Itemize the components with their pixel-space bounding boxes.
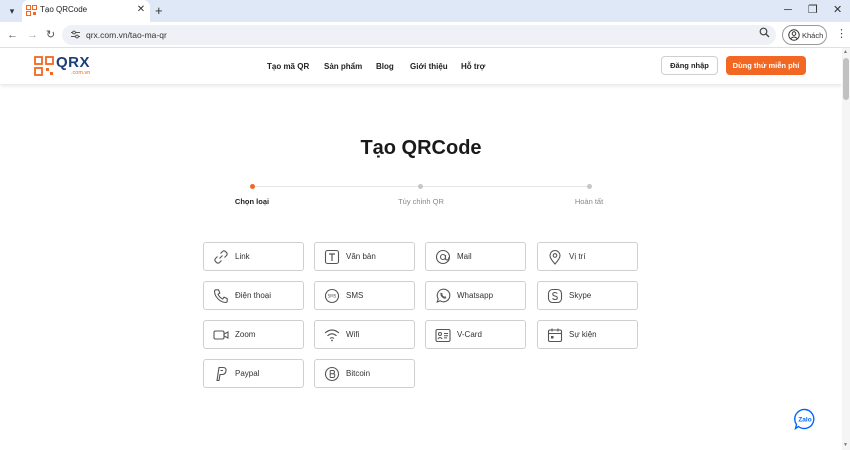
whatsapp-icon [436,288,451,303]
qr-type-label: Mail [457,252,472,261]
page-scrollbar[interactable]: ▲ ▼ [842,48,850,450]
qr-type-label: Sự kiện [569,330,597,339]
window-close-icon[interactable]: ✕ [833,3,842,17]
qrx-logo[interactable]: QRX .com.vn [34,54,94,79]
video-camera-icon [213,330,229,340]
browser-menu-icon[interactable]: ⋮ [836,27,847,40]
scroll-down-icon[interactable]: ▼ [843,442,848,448]
qr-type-vcard[interactable]: V-Card [425,320,526,349]
qr-type-label: SMS [346,291,364,300]
browser-toolbar: ← → ↻ qrx.com.vn/tao-ma-qr Khách ⋮ [0,22,850,48]
step-label-choose-type: Chọn loại [234,197,270,206]
logo-text: QRX [56,54,91,71]
nav-about[interactable]: Giới thiệu [410,62,448,71]
qr-type-mail[interactable]: Mail [425,242,526,271]
profile-button[interactable]: Khách [782,25,827,45]
qr-type-label: Điện thoại [235,291,272,300]
site-info-icon[interactable] [70,29,81,40]
qr-type-event[interactable]: Sự kiện [537,320,638,349]
step-label-customize: Tùy chỉnh QR [398,197,444,206]
logo-domain: .com.vn [71,70,91,76]
qr-type-label: Paypal [235,369,260,378]
minimize-icon[interactable]: ─ [784,3,792,17]
qr-type-label: Văn bản [346,252,376,261]
browser-tab[interactable]: Tạo QRCode ✕ [22,0,150,22]
qr-type-label: Whatsapp [457,291,494,300]
tab-search-chevron-icon[interactable]: ▾ [6,5,18,17]
zalo-chat-icon[interactable]: Zalo [794,408,816,430]
text-icon [324,249,340,265]
restore-icon[interactable]: ❐ [808,3,818,17]
scroll-up-icon[interactable]: ▲ [843,49,848,55]
qrx-favicon-icon [26,5,37,16]
login-button[interactable]: Đăng nhập [661,56,718,75]
step-dot-choose-type [250,184,255,189]
qr-type-paypal[interactable]: Paypal [203,359,304,388]
qr-type-text[interactable]: Văn bản [314,242,415,271]
qr-type-wifi[interactable]: Wifi [314,320,415,349]
nav-support[interactable]: Hỗ trợ [461,62,485,71]
step-dot-customize [418,184,423,189]
svg-text:Zalo: Zalo [798,417,811,424]
free-trial-button[interactable]: Dùng thử miễn phí [726,56,806,75]
location-pin-icon [549,250,561,265]
qr-type-label: Bitcoin [346,369,371,378]
mail-icon [435,249,451,265]
back-icon[interactable]: ← [7,28,18,42]
qr-type-skype[interactable]: Skype [537,281,638,310]
site-header: QRX .com.vn Tạo mã QR Sản phẩm Blog Giới… [0,48,842,84]
zoom-magnifier-icon[interactable] [759,27,770,38]
qr-type-link[interactable]: Link [203,242,304,271]
step-dot-complete [587,184,592,189]
logo-mark-icon [34,56,54,76]
paypal-icon [216,366,227,382]
qr-type-label: V-Card [457,330,482,339]
vcard-icon [435,328,451,343]
svg-text:SMS: SMS [328,294,337,299]
scroll-thumb[interactable] [843,58,849,100]
nav-create-qr[interactable]: Tạo mã QR [267,62,309,71]
wifi-icon [324,329,340,342]
tab-close-icon[interactable]: ✕ [136,4,146,16]
link-icon [214,250,228,264]
skype-icon [547,288,563,304]
profile-avatar-icon [788,29,800,41]
phone-icon [213,289,228,304]
profile-label: Khách [802,31,824,40]
qr-type-whatsapp[interactable]: Whatsapp [425,281,526,310]
qr-type-label: Wifi [346,330,360,339]
calendar-icon [547,328,563,343]
qr-type-label: Link [235,252,250,261]
qr-type-location[interactable]: Vị trí [537,242,638,271]
qr-type-label: Vị trí [569,252,586,261]
qr-type-sms[interactable]: SMS SMS [314,281,415,310]
bitcoin-icon [324,366,340,382]
browser-tabstrip: ▾ Tạo QRCode ✕ + ─ ❐ ✕ [0,0,850,22]
qr-type-zoom[interactable]: Zoom [203,320,304,349]
url-text: qrx.com.vn/tao-ma-qr [86,30,167,40]
address-bar[interactable]: qrx.com.vn/tao-ma-qr [62,25,776,45]
qr-type-label: Zoom [235,330,256,339]
new-tab-button[interactable]: + [155,3,163,18]
tab-title: Tạo QRCode [40,5,88,14]
qr-type-phone[interactable]: Điện thoại [203,281,304,310]
qr-type-bitcoin[interactable]: Bitcoin [314,359,415,388]
sms-icon: SMS [324,288,340,304]
qr-type-label: Skype [569,291,592,300]
reload-icon[interactable]: ↻ [46,28,55,42]
nav-blog[interactable]: Blog [376,62,394,71]
nav-products[interactable]: Sản phẩm [324,62,362,71]
step-label-complete: Hoàn tất [574,197,604,206]
page-title: Tạo QRCode [360,137,482,159]
forward-icon[interactable]: → [27,28,38,42]
